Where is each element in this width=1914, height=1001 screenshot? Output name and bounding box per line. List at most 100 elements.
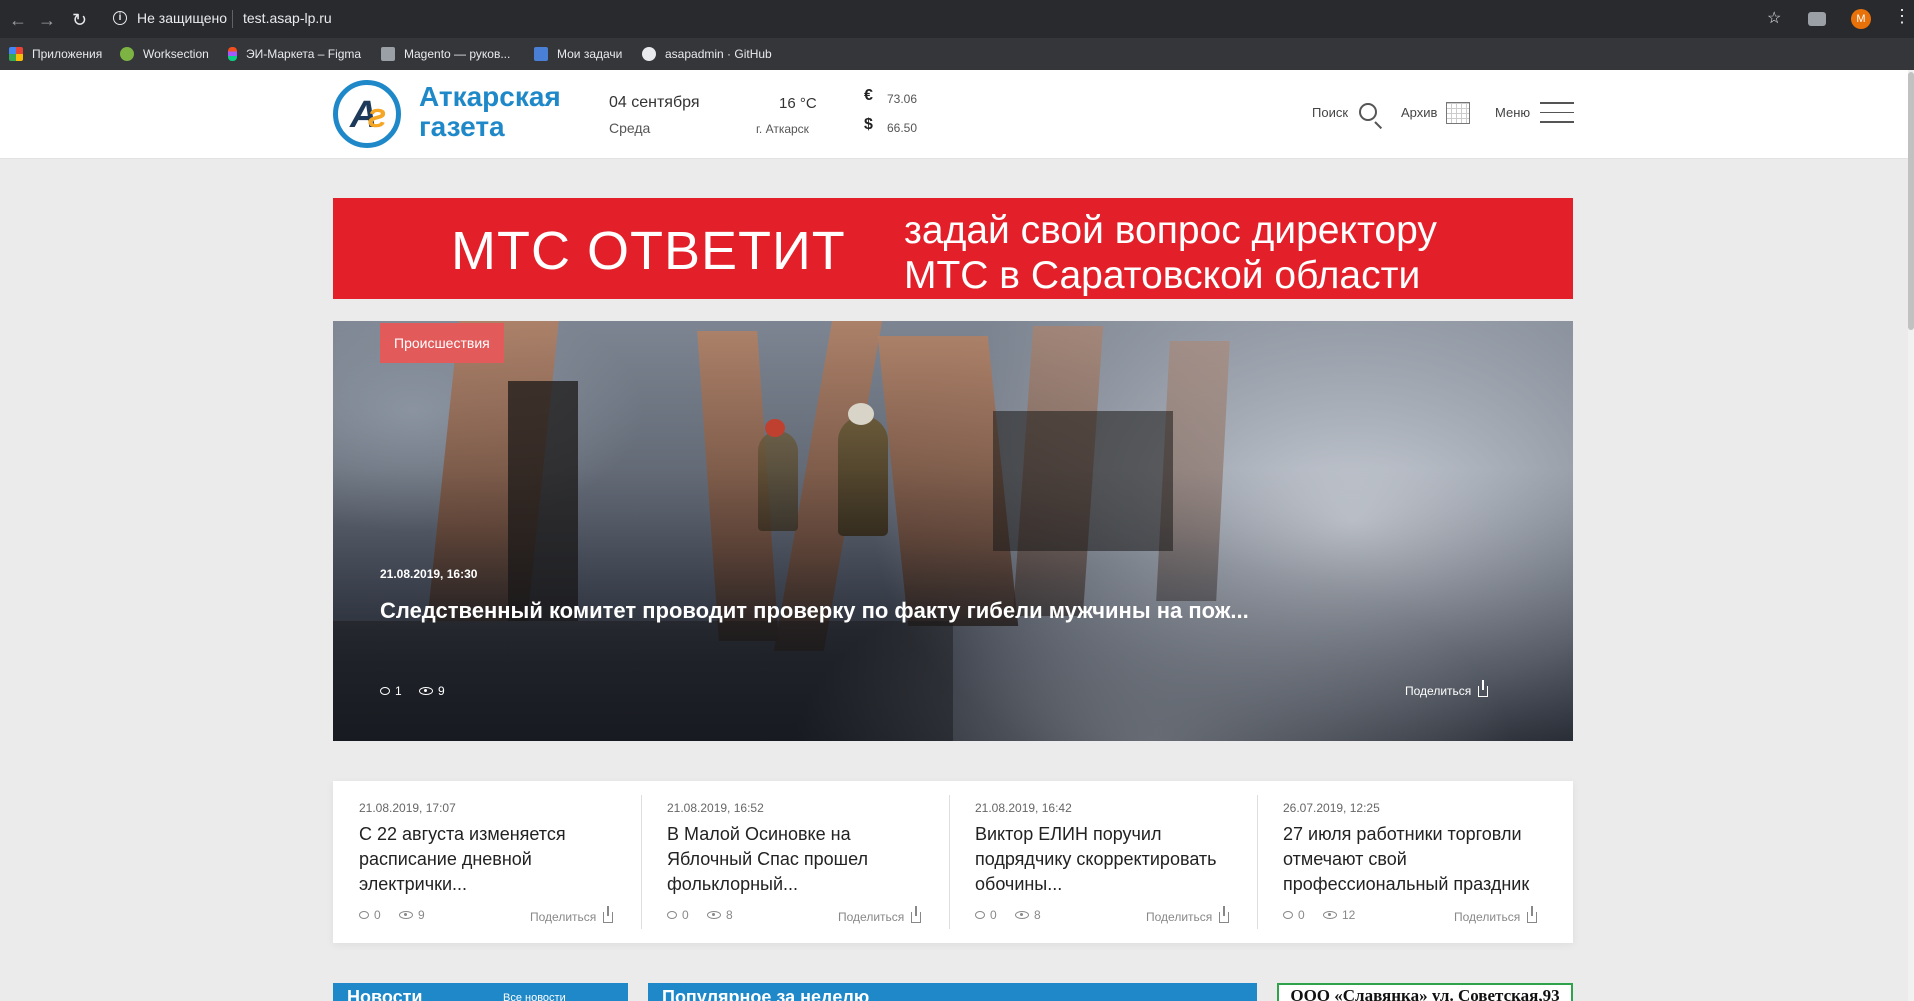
- news-card[interactable]: 21.08.2019, 17:07 С 22 августа изменяетс…: [333, 781, 641, 943]
- banner-headline: МТС ОТВЕТИТ: [451, 221, 846, 281]
- bookmark-magento[interactable]: Magento — руков...: [381, 38, 510, 70]
- mts-banner-ad[interactable]: МТС ОТВЕТИТ задай свой вопрос директору …: [333, 198, 1573, 299]
- github-icon: [642, 47, 656, 61]
- card-title[interactable]: Виктор ЕЛИН поручил подрядчику скорректи…: [975, 822, 1245, 897]
- search-icon[interactable]: [1359, 103, 1377, 121]
- site-logo-text[interactable]: Аткарская газета: [419, 82, 561, 142]
- card-title[interactable]: С 22 августа изменяется расписание дневн…: [359, 822, 629, 897]
- logo-line2: газета: [419, 111, 505, 142]
- temperature: 16 °C: [779, 95, 817, 112]
- address-bar[interactable]: test.asap-lp.ru: [243, 10, 332, 26]
- comment-icon: [667, 911, 677, 919]
- tasks-icon: [534, 47, 548, 61]
- info-icon[interactable]: i: [113, 11, 127, 25]
- search-link[interactable]: Поиск: [1312, 105, 1348, 120]
- card-date: 26.07.2019, 12:25: [1283, 801, 1380, 815]
- bookmark-label: Worksection: [143, 47, 209, 61]
- site-header: Aг Аткарская газета 04 сентября Среда 16…: [0, 70, 1914, 159]
- worksection-icon: [120, 47, 134, 61]
- share-icon: [1478, 679, 1489, 697]
- hero-article[interactable]: Происшествия 21.08.2019, 16:30 Следствен…: [333, 321, 1573, 741]
- share-icon: [1527, 905, 1538, 923]
- banner-subtext: задай свой вопрос директору МТС в Сарато…: [904, 209, 1437, 297]
- card-title[interactable]: В Малой Осиновке на Яблочный Спас прошел…: [667, 822, 937, 897]
- bookmark-label: ЭИ-Маркета – Figma: [246, 47, 362, 61]
- hero-title[interactable]: Следственный комитет проводит проверку п…: [380, 598, 1249, 624]
- forward-icon[interactable]: →: [38, 10, 56, 31]
- figma-icon: [228, 47, 237, 61]
- comment-icon: [380, 687, 390, 695]
- bookmark-figma[interactable]: ЭИ-Маркета – Figma: [228, 38, 361, 70]
- back-icon[interactable]: ←: [9, 10, 27, 31]
- eye-icon: [419, 687, 433, 695]
- category-tag[interactable]: Происшествия: [380, 323, 504, 363]
- comment-icon: [975, 911, 985, 919]
- hamburger-menu-icon[interactable]: [1540, 102, 1574, 123]
- bookmarks-bar: Приложения Worksection ЭИ-Маркета – Figm…: [0, 38, 1914, 70]
- share-icon: [1219, 905, 1230, 923]
- card-date: 21.08.2019, 17:07: [359, 801, 456, 815]
- eye-icon: [399, 911, 413, 919]
- archive-link[interactable]: Архив: [1401, 105, 1437, 120]
- popular-section-title: Популярное за неделю: [662, 987, 870, 1001]
- card-date: 21.08.2019, 16:52: [667, 801, 764, 815]
- all-news-link[interactable]: Все новости: [503, 992, 566, 1001]
- browser-menu-icon[interactable]: ⋮: [1893, 6, 1911, 27]
- city: г. Аткарск: [756, 122, 809, 136]
- bookmark-star-icon[interactable]: ☆: [1767, 8, 1781, 28]
- card-share-button[interactable]: Поделиться: [1146, 905, 1230, 924]
- card-share-button[interactable]: Поделиться: [1454, 905, 1538, 924]
- popular-section-header: Популярное за неделю: [648, 983, 1257, 1001]
- news-section-title: Новости: [347, 987, 423, 1001]
- logo-line1: Аткарская: [419, 81, 561, 112]
- eye-icon: [707, 911, 721, 919]
- reload-icon[interactable]: ↻: [72, 10, 87, 31]
- bookmark-label: Мои задачи: [557, 47, 623, 61]
- card-views: 8: [1015, 908, 1041, 922]
- bookmark-apps[interactable]: Приложения: [9, 38, 102, 70]
- share-icon: [603, 905, 614, 923]
- news-section-header: Новости Все новости: [333, 983, 628, 1001]
- euro-rate: 73.06: [887, 92, 918, 106]
- address-divider: [232, 10, 233, 28]
- hero-comments: 1: [380, 684, 402, 698]
- menu-link[interactable]: Меню: [1495, 105, 1530, 120]
- card-title[interactable]: 27 июля работники торговли отмечают свой…: [1283, 822, 1553, 897]
- news-card[interactable]: 21.08.2019, 16:42 Виктор ЕЛИН поручил по…: [949, 781, 1257, 943]
- bookmark-tasks[interactable]: Мои задачи: [534, 38, 622, 70]
- card-share-button[interactable]: Поделиться: [838, 905, 922, 924]
- card-date: 21.08.2019, 16:42: [975, 801, 1072, 815]
- bookmark-worksection[interactable]: Worksection: [120, 38, 209, 70]
- bookmark-github[interactable]: asapadmin · GitHub: [642, 38, 772, 70]
- logo-emblem[interactable]: Aг: [333, 80, 401, 148]
- scrollbar-thumb[interactable]: [1908, 72, 1914, 330]
- news-card[interactable]: 26.07.2019, 12:25 27 июля работники торг…: [1257, 781, 1565, 943]
- dollar-rate: 66.50: [887, 121, 918, 135]
- card-views: 9: [399, 908, 425, 922]
- current-date: 04 сентября: [609, 94, 700, 111]
- eye-icon: [1015, 911, 1029, 919]
- hero-views: 9: [419, 684, 445, 698]
- card-share-button[interactable]: Поделиться: [530, 905, 614, 924]
- bookmark-label: Приложения: [32, 47, 103, 61]
- calendar-icon[interactable]: [1446, 102, 1470, 124]
- euro-icon: €: [864, 87, 873, 104]
- profile-avatar[interactable]: M: [1851, 9, 1871, 29]
- bookmark-label: Magento — руков...: [404, 47, 511, 61]
- card-comments: 0: [1283, 908, 1305, 922]
- magento-icon: [381, 47, 395, 61]
- card-views: 8: [707, 908, 733, 922]
- browser-toolbar: ← → ↻ i Не защищено test.asap-lp.ru ☆ M …: [0, 0, 1914, 38]
- slavyanka-ad[interactable]: ООО «Славянка» ул. Советская,93: [1277, 983, 1573, 1001]
- bookmark-label: asapadmin · GitHub: [665, 47, 772, 61]
- hero-date: 21.08.2019, 16:30: [380, 567, 478, 581]
- card-views: 12: [1323, 908, 1355, 922]
- share-icon: [911, 905, 922, 923]
- comment-icon: [359, 911, 369, 919]
- camera-icon[interactable]: [1808, 12, 1826, 26]
- news-card[interactable]: 21.08.2019, 16:52 В Малой Осиновке на Яб…: [641, 781, 949, 943]
- card-comments: 0: [359, 908, 381, 922]
- security-label[interactable]: Не защищено: [137, 10, 227, 26]
- dollar-icon: $: [864, 116, 873, 133]
- hero-share-button[interactable]: Поделиться: [1405, 679, 1489, 698]
